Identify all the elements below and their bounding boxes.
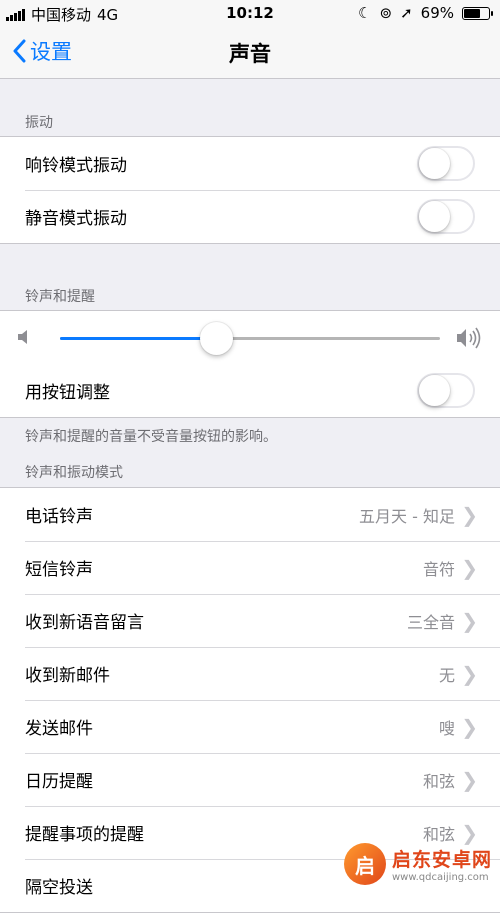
navigation-bar: 设置 声音 xyxy=(0,26,500,79)
chevron-right-icon: ❯ xyxy=(461,555,478,580)
calendar-alerts-value: 和弦 xyxy=(422,771,455,791)
new-voicemail-value: 三全音 xyxy=(406,612,455,632)
section-header-vibration: 振动 xyxy=(25,115,53,131)
reminder-alerts-value: 和弦 xyxy=(422,824,455,844)
silent-vibrate-toggle[interactable] xyxy=(417,199,475,234)
airdrop-label: 隔空投送 xyxy=(25,878,93,898)
toggle-knob xyxy=(419,375,450,406)
toggle-knob xyxy=(419,201,450,232)
volume-slider-fill xyxy=(60,337,216,340)
ring-vibrate-row: 响铃模式振动 xyxy=(0,137,500,190)
watermark-url: www.qdcaijing.com xyxy=(391,872,489,883)
sent-mail-value: 嗖 xyxy=(438,718,455,738)
chevron-right-icon: ❯ xyxy=(461,502,478,527)
text-tone-label: 短信铃声 xyxy=(25,560,93,580)
silent-vibrate-row: 静音模式振动 xyxy=(0,190,500,243)
page-title: 声音 xyxy=(229,42,271,66)
volume-high-icon xyxy=(457,327,481,349)
toggle-knob xyxy=(419,148,450,179)
location-icon: ➚ xyxy=(400,4,413,22)
sent-mail-row[interactable]: 发送邮件 嗖 ❯ xyxy=(0,700,500,753)
silent-vibrate-label: 静音模式振动 xyxy=(25,209,127,229)
calendar-alerts-label: 日历提醒 xyxy=(25,772,93,792)
ringtone-label: 电话铃声 xyxy=(25,507,93,527)
volume-slider-thumb[interactable] xyxy=(199,322,233,355)
volume-slider-row xyxy=(0,311,500,364)
chevron-right-icon: ❯ xyxy=(461,767,478,792)
new-voicemail-label: 收到新语音留言 xyxy=(25,613,144,633)
volume-low-icon xyxy=(18,330,27,344)
moon-icon: ☾ xyxy=(358,4,372,22)
new-mail-row[interactable]: 收到新邮件 无 ❯ xyxy=(0,647,500,700)
new-voicemail-row[interactable]: 收到新语音留言 三全音 ❯ xyxy=(0,594,500,647)
text-tone-row[interactable]: 短信铃声 音符 ❯ xyxy=(0,541,500,594)
adjust-with-buttons-label: 用按钮调整 xyxy=(25,383,110,403)
ringer-group: 用按钮调整 xyxy=(0,310,500,418)
text-tone-value: 音符 xyxy=(422,559,455,579)
volume-slider[interactable] xyxy=(60,322,440,355)
chevron-right-icon: ❯ xyxy=(461,608,478,633)
ringtone-row[interactable]: 电话铃声 五月天 - 知足 ❯ xyxy=(0,488,500,541)
watermark-title: 启东安卓网 xyxy=(391,849,492,871)
rotation-lock-icon: ⊚ xyxy=(379,4,393,22)
battery-icon xyxy=(462,6,493,20)
ringtone-value: 五月天 - 知足 xyxy=(359,506,455,526)
ringer-footer-note: 铃声和提醒的音量不受音量按钮的影响。 xyxy=(25,429,277,445)
reminder-alerts-label: 提醒事项的提醒 xyxy=(25,825,144,845)
chevron-right-icon: ❯ xyxy=(461,714,478,739)
chevron-right-icon: ❯ xyxy=(461,820,478,845)
watermark-logo-icon: 启 xyxy=(343,843,386,885)
new-mail-value: 无 xyxy=(438,665,455,685)
watermark: 启 启东安卓网 www.qdcaijing.com xyxy=(343,843,492,885)
section-header-patterns: 铃声和振动模式 xyxy=(25,465,123,481)
adjust-with-buttons-row: 用按钮调整 xyxy=(0,364,500,417)
section-header-ringer: 铃声和提醒 xyxy=(25,289,95,305)
new-mail-label: 收到新邮件 xyxy=(25,666,110,686)
calendar-alerts-row[interactable]: 日历提醒 和弦 ❯ xyxy=(0,753,500,806)
chevron-right-icon: ❯ xyxy=(461,661,478,686)
status-bar: 中国移动 4G 10:12 ☾ ⊚ ➚ 69% xyxy=(0,0,500,26)
adjust-with-buttons-toggle[interactable] xyxy=(417,373,475,408)
battery-percent: 69% xyxy=(420,4,454,22)
sent-mail-label: 发送邮件 xyxy=(25,719,93,739)
ring-vibrate-label: 响铃模式振动 xyxy=(25,156,127,176)
ring-vibrate-toggle[interactable] xyxy=(417,146,475,181)
vibration-group: 响铃模式振动 静音模式振动 xyxy=(0,136,500,244)
